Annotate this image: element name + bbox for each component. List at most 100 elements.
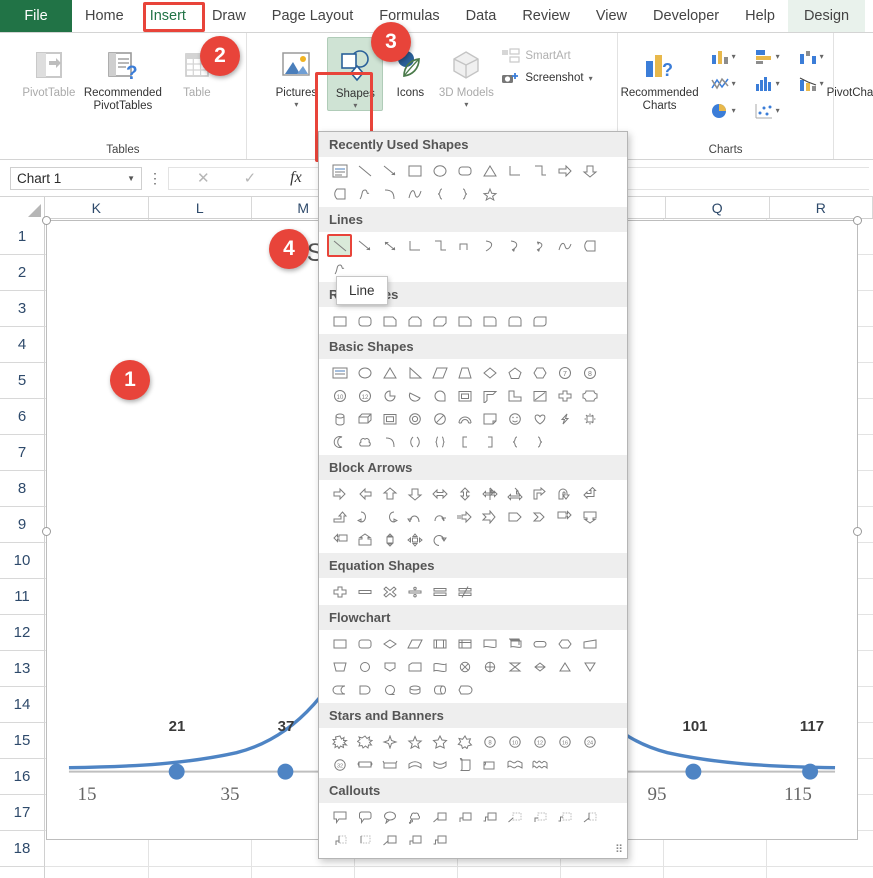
shape-horizontal-scroll[interactable] xyxy=(477,753,502,776)
tab-page-layout[interactable]: Page Layout xyxy=(259,0,366,32)
shape-explosion-2[interactable] xyxy=(352,730,377,753)
shape-flowchart-terminator[interactable] xyxy=(527,632,552,655)
shape-down-arrow[interactable] xyxy=(577,159,602,182)
shape-lightning-bolt[interactable] xyxy=(552,407,577,430)
screenshot-button[interactable]: Screenshot ▾ xyxy=(495,67,598,89)
shape-plaque[interactable] xyxy=(577,384,602,407)
shape-snip-same-side-corner-rectangle[interactable] xyxy=(402,309,427,332)
shape-line-arrow[interactable] xyxy=(377,159,402,182)
shape-flowchart-merge[interactable] xyxy=(577,655,602,678)
shape-l-shape[interactable] xyxy=(502,384,527,407)
shape-flowchart-document[interactable] xyxy=(477,632,502,655)
row-header-8[interactable]: 8 xyxy=(0,471,45,507)
shape-up-arrow[interactable] xyxy=(377,482,402,505)
tab-help[interactable]: Help xyxy=(732,0,788,32)
tab-design[interactable]: Design xyxy=(788,0,865,32)
formula-bar-menu-icon[interactable]: ⋮ xyxy=(142,170,168,187)
shape-callout-accent-bar-3[interactable] xyxy=(402,828,427,851)
shape-rectangle[interactable] xyxy=(327,309,352,332)
row-header-18[interactable]: 18 xyxy=(0,831,45,867)
pictures-button[interactable]: Pictures ▾ xyxy=(265,37,327,109)
pivottable-button[interactable]: PivotTable xyxy=(12,37,86,100)
shape-four-way-arrow-callout[interactable] xyxy=(402,528,427,551)
row-header-9[interactable]: 9 xyxy=(0,507,45,543)
shape-line-callout-2-no-border[interactable] xyxy=(527,805,552,828)
shape-left-bracket[interactable] xyxy=(452,430,477,453)
shape-explosion-1[interactable] xyxy=(327,730,352,753)
shape-up-arrow-callout[interactable] xyxy=(352,528,377,551)
shape-rectangle[interactable] xyxy=(402,159,427,182)
shape-pie[interactable] xyxy=(377,384,402,407)
row-header-12[interactable]: 12 xyxy=(0,615,45,651)
shape-flowchart-sequential-access-storage[interactable] xyxy=(377,678,402,701)
shape-star-5[interactable] xyxy=(477,182,502,205)
shape-line[interactable] xyxy=(352,159,377,182)
shape-block-arc[interactable] xyxy=(452,407,477,430)
shape-callout-accent-bar-1[interactable] xyxy=(352,828,377,851)
shape-elbow-connector[interactable] xyxy=(502,159,527,182)
shape-moon[interactable] xyxy=(327,430,352,453)
shape-circular-arrow[interactable] xyxy=(427,528,452,551)
shape-u-turn-arrow[interactable] xyxy=(552,482,577,505)
shape-flowchart-manual-input[interactable] xyxy=(577,632,602,655)
3d-models-button[interactable]: 3D Models ▾ xyxy=(437,37,495,109)
tab-home[interactable]: Home xyxy=(72,0,137,32)
waterfall-chart-chevron-down-icon[interactable]: ▾ xyxy=(820,52,824,61)
shape-left-brace[interactable] xyxy=(427,182,452,205)
shape-flowchart-predefined-process[interactable] xyxy=(427,632,452,655)
shape-frame[interactable] xyxy=(452,384,477,407)
column-header-L[interactable]: L xyxy=(149,197,253,218)
shape-line-callout-3[interactable] xyxy=(477,805,502,828)
shape-right-bracket[interactable] xyxy=(477,430,502,453)
row-header-16[interactable]: 16 xyxy=(0,759,45,795)
column-header-R[interactable]: R xyxy=(770,197,873,218)
shape-heart[interactable] xyxy=(527,407,552,430)
3d-models-chevron-down-icon[interactable]: ▾ xyxy=(464,100,468,109)
shape-rounded-rectangular-callout[interactable] xyxy=(352,805,377,828)
shape-flowchart-summing-junction[interactable] xyxy=(452,655,477,678)
waterfall-chart-button[interactable]: ▾ xyxy=(789,43,833,70)
shape-oval-callout[interactable] xyxy=(377,805,402,828)
shape-flowchart-decision[interactable] xyxy=(377,632,402,655)
shape-diagonal-stripe[interactable] xyxy=(527,384,552,407)
shape-parallelogram[interactable] xyxy=(427,361,452,384)
shape-bevel[interactable] xyxy=(377,407,402,430)
shape-flowchart-extract[interactable] xyxy=(552,655,577,678)
tab-view[interactable]: View xyxy=(583,0,640,32)
shape-flowchart-internal-storage[interactable] xyxy=(452,632,477,655)
shape-bent-arrow[interactable] xyxy=(527,482,552,505)
shape-star-4[interactable] xyxy=(377,730,402,753)
histogram-chart-button[interactable]: ▾ xyxy=(745,70,789,97)
row-header-15[interactable]: 15 xyxy=(0,723,45,759)
shape-flowchart-collate[interactable] xyxy=(502,655,527,678)
shape-left-right-parenthesis[interactable] xyxy=(402,430,427,453)
tab-review[interactable]: Review xyxy=(509,0,583,32)
shape-curved-down-ribbon[interactable] xyxy=(427,753,452,776)
shape-no-symbol[interactable] xyxy=(427,407,452,430)
pictures-chevron-down-icon[interactable]: ▾ xyxy=(294,100,298,109)
cancel-icon[interactable]: ✕ xyxy=(197,169,210,187)
shape-elbow-connector[interactable] xyxy=(402,234,427,257)
tab-insert[interactable]: Insert xyxy=(137,0,199,32)
shape-cloud[interactable] xyxy=(352,430,377,453)
line-chart-button[interactable]: ▾ xyxy=(701,70,745,97)
shape-vertical-scroll[interactable] xyxy=(452,753,477,776)
shape-star-5[interactable] xyxy=(402,730,427,753)
shape-equal[interactable] xyxy=(427,580,452,603)
column-chart-button[interactable]: ▾ xyxy=(701,43,745,70)
shape-flowchart-manual-operation[interactable] xyxy=(327,655,352,678)
combo-chart-chevron-down-icon[interactable]: ▾ xyxy=(820,79,824,88)
histogram-chart-chevron-down-icon[interactable]: ▾ xyxy=(776,79,780,88)
shape-curved-left-arrow[interactable] xyxy=(377,505,402,528)
shape-star-6[interactable] xyxy=(427,730,452,753)
shape-up-ribbon[interactable] xyxy=(352,753,377,776)
shape-round-single-corner-rectangle[interactable] xyxy=(477,309,502,332)
shape-flowchart-punched-tape[interactable] xyxy=(427,655,452,678)
row-header-3[interactable]: 3 xyxy=(0,291,45,327)
row-header-10[interactable]: 10 xyxy=(0,543,45,579)
shape-callout-accent-bar-2[interactable] xyxy=(377,828,402,851)
pivotchart-button[interactable]: PivotChart xyxy=(833,37,873,100)
shape-notched-right-arrow[interactable] xyxy=(477,505,502,528)
shape-flowchart-off-page-connector[interactable] xyxy=(377,655,402,678)
shape-star-12[interactable]: 12 xyxy=(527,730,552,753)
